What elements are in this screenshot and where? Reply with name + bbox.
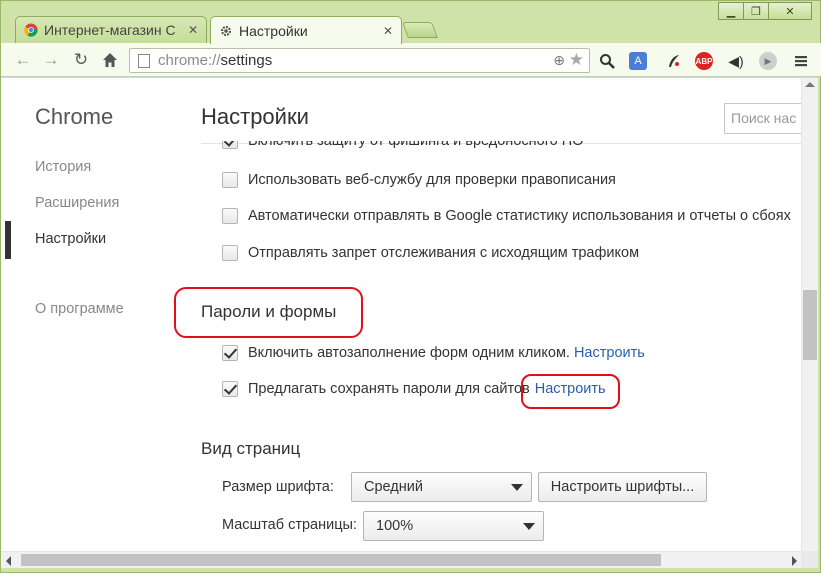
checkbox[interactable] xyxy=(222,345,238,361)
setting-row-phishing: Включить защиту от фишинга и вредоносног… xyxy=(222,133,584,149)
active-indicator xyxy=(5,221,11,259)
settings-search-input[interactable]: Поиск нас xyxy=(724,103,801,134)
vertical-scrollbar[interactable] xyxy=(801,78,818,551)
sidebar-item-extensions[interactable]: Расширения xyxy=(35,195,119,211)
sidebar: Chrome История Расширения Настройки О пр… xyxy=(1,78,181,551)
translate-icon[interactable]: A xyxy=(629,52,647,70)
sidebar-item-about[interactable]: О программе xyxy=(35,301,124,317)
checkbox[interactable] xyxy=(222,245,238,261)
settings-page: Chrome История Расширения Настройки О пр… xyxy=(1,78,801,551)
brand-title: Chrome xyxy=(35,104,114,129)
setting-label: Предлагать сохранять пароли для сайтов xyxy=(248,381,530,397)
toolbar: ← → ↻ chrome://settings ⊕ ★ A ABP ◀) ▶ xyxy=(1,43,821,77)
highlight-annotation xyxy=(521,374,620,409)
tab-settings[interactable]: Настройки ✕ xyxy=(210,16,402,44)
checkbox[interactable] xyxy=(222,208,238,224)
chevron-down-icon xyxy=(511,484,523,491)
zoom-icon[interactable]: ⊕ xyxy=(553,52,565,69)
setting-label: Включить защиту от фишинга и вредоносног… xyxy=(248,133,584,149)
bookmark-star-icon[interactable]: ★ xyxy=(569,50,584,70)
tab-title: Настройки xyxy=(239,22,308,39)
scroll-right-icon[interactable] xyxy=(792,556,797,566)
menu-icon[interactable] xyxy=(792,52,810,70)
checkbox[interactable] xyxy=(222,141,238,149)
feather-icon[interactable] xyxy=(665,52,683,70)
browser-window: ▁ ❐ ✕ Интернет-магазин С ✕ Настройки ✕ ←… xyxy=(0,0,821,573)
back-icon[interactable]: ← xyxy=(13,50,33,70)
autofill-settings-link[interactable]: Настроить xyxy=(574,345,645,361)
chevron-down-icon xyxy=(523,523,535,530)
setting-label: Автоматически отправлять в Google статис… xyxy=(248,208,791,224)
scrollbar-thumb[interactable] xyxy=(803,290,817,360)
scroll-left-icon[interactable] xyxy=(6,556,11,566)
sidebar-item-settings[interactable]: Настройки xyxy=(35,231,106,247)
page-icon xyxy=(138,53,150,68)
setting-label: Отправлять запрет отслеживания с исходящ… xyxy=(248,245,640,261)
page-title: Настройки xyxy=(201,104,309,129)
close-button[interactable]: ✕ xyxy=(768,2,812,20)
tab-close-icon[interactable]: ✕ xyxy=(383,24,393,38)
minimize-button[interactable]: ▁ xyxy=(718,2,744,20)
font-size-label: Размер шрифта: xyxy=(222,479,334,495)
zoom-label: Масштаб страницы: xyxy=(222,517,357,533)
setting-row-do-not-track: Отправлять запрет отслеживания с исходящ… xyxy=(222,245,639,261)
restore-button[interactable]: ❐ xyxy=(743,2,769,20)
setting-label: Включить автозаполнение форм одним клико… xyxy=(248,345,570,361)
checkbox[interactable] xyxy=(222,172,238,188)
home-icon[interactable] xyxy=(100,50,120,70)
page-zoom-select[interactable]: 100% xyxy=(363,511,544,541)
font-size-value: Средний xyxy=(364,479,423,495)
scrollbar-corner xyxy=(801,551,818,568)
scroll-up-icon[interactable] xyxy=(805,82,815,87)
setting-label: Использовать веб-службу для проверки пра… xyxy=(248,172,616,188)
scrollbar-thumb[interactable] xyxy=(21,554,661,566)
forward-icon[interactable]: → xyxy=(41,50,61,70)
tab-title: Интернет-магазин С xyxy=(44,22,176,38)
play-icon[interactable]: ▶ xyxy=(759,52,777,70)
setting-row-spellcheck: Использовать веб-службу для проверки пра… xyxy=(222,172,616,188)
font-size-select[interactable]: Средний xyxy=(351,472,532,502)
window-controls: ▁ ❐ ✕ xyxy=(718,2,812,20)
customize-fonts-button[interactable]: Настроить шрифты... xyxy=(538,472,707,502)
tab-store[interactable]: Интернет-магазин С ✕ xyxy=(15,16,207,43)
sidebar-item-history[interactable]: История xyxy=(35,159,91,175)
chrome-logo-icon xyxy=(24,23,38,37)
url-path: settings xyxy=(220,52,273,69)
reload-icon[interactable]: ↻ xyxy=(71,50,91,70)
adblock-icon[interactable]: ABP xyxy=(695,52,713,70)
audio-icon[interactable]: ◀) xyxy=(727,52,745,70)
tab-close-icon[interactable]: ✕ xyxy=(188,23,198,37)
address-bar[interactable]: chrome://settings ⊕ ★ xyxy=(129,48,590,73)
gear-icon xyxy=(220,25,232,36)
setting-row-autofill: Включить автозаполнение форм одним клико… xyxy=(222,345,645,361)
checkbox[interactable] xyxy=(222,381,238,397)
url-scheme: chrome:// xyxy=(158,52,221,69)
search-icon[interactable] xyxy=(598,52,616,70)
horizontal-scrollbar[interactable] xyxy=(1,551,801,568)
new-tab-button[interactable] xyxy=(402,22,438,38)
zoom-value: 100% xyxy=(376,518,414,534)
highlight-annotation xyxy=(174,287,363,338)
section-title-appearance: Вид страниц xyxy=(201,439,301,458)
setting-row-usage-stats: Автоматически отправлять в Google статис… xyxy=(222,208,791,224)
